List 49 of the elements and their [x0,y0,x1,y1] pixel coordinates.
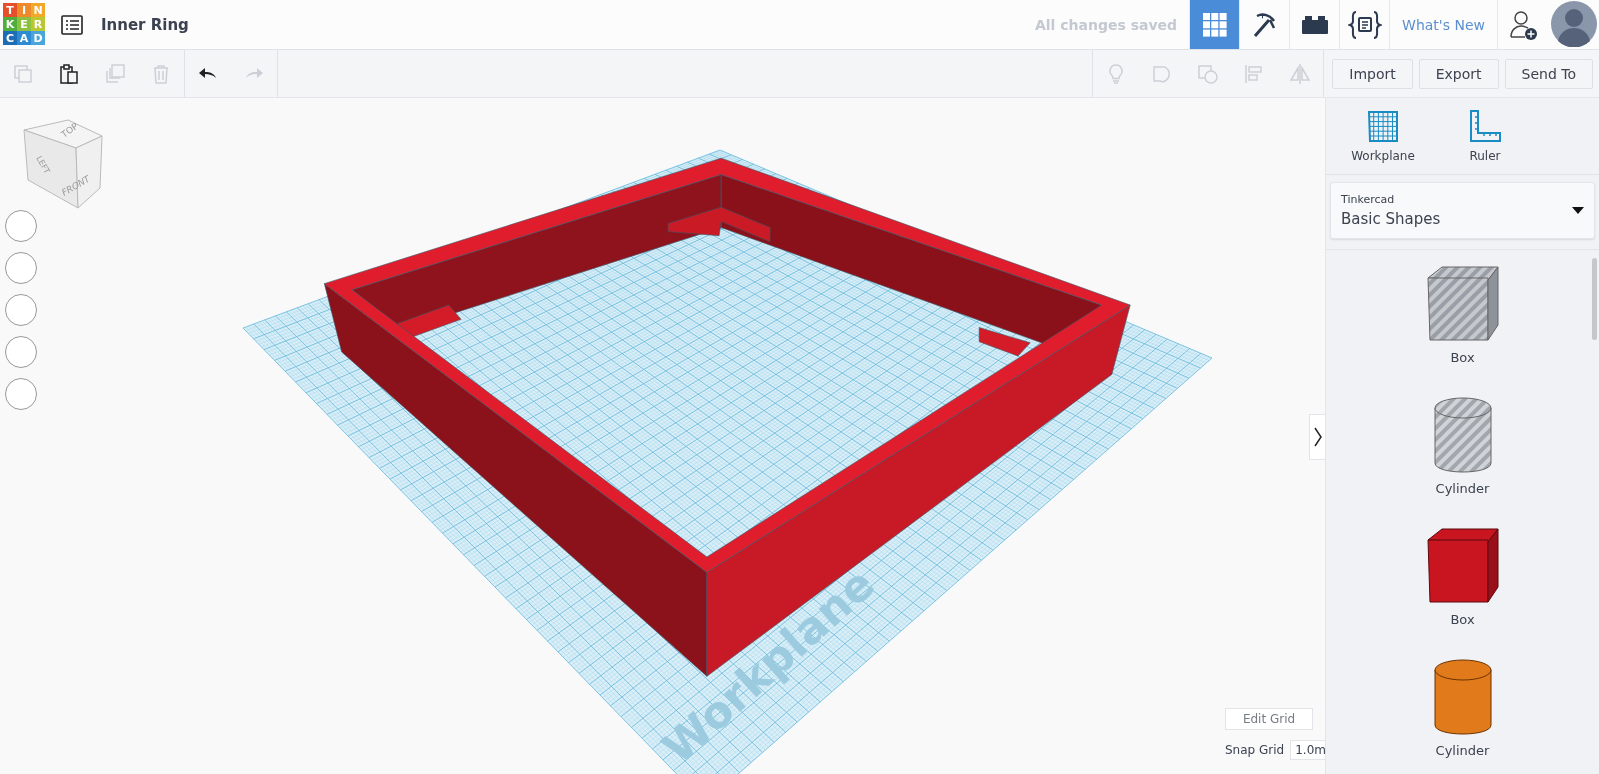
striped-cylinder-icon [1431,395,1494,475]
paste-icon [57,61,81,86]
cylinder-icon [1431,657,1494,737]
add-user-icon [1508,8,1539,41]
logo-letter: I [17,3,31,17]
code-blocks-icon [1347,9,1382,40]
logo-letter: K [3,17,17,31]
duplicate-icon [103,61,127,86]
view-control-button[interactable] [5,294,37,326]
cube-top-label: TOP [59,121,80,140]
ruler-tool-button[interactable]: Ruler [1434,98,1536,174]
logo-letter: E [17,17,31,31]
dropdown-caret-icon [1572,206,1584,214]
brick-icon [1300,13,1329,36]
collapse-panel-button[interactable] [1309,414,1325,460]
grid-icon [1201,11,1228,38]
logo-letter: D [31,31,45,45]
workplane-icon [1366,108,1400,143]
avatar-silhouette[interactable] [1551,1,1597,47]
action-button[interactable]: Send To [1504,58,1593,89]
view-control-button[interactable] [5,378,37,410]
mirror-icon [1288,61,1313,86]
save-status: All changes saved [1034,16,1178,33]
snap-grid-label: Snap Grid [1225,743,1285,757]
edit-grid-button[interactable]: Edit Grid [1225,708,1313,730]
action-button[interactable]: Import [1332,58,1413,89]
logo-letter: N [31,3,45,17]
shape-item[interactable]: Cylinder [1326,643,1599,774]
view-control-button[interactable] [5,336,37,368]
view-control-button[interactable] [5,252,37,284]
workplane-tool-button[interactable]: Workplane [1332,98,1434,174]
logo-letter: R [31,17,45,31]
logo-letter: A [17,31,31,45]
view-control-button[interactable] [5,210,37,242]
shape-item[interactable]: Cylinder [1326,381,1599,512]
shape-item[interactable]: Box [1326,512,1599,643]
design-title[interactable]: Inner Ring [101,15,189,34]
ruler-icon [1468,108,1502,143]
logo-letter: T [3,3,17,17]
scrollbar-thumb[interactable] [1592,258,1597,340]
logo-letter: C [3,31,17,45]
action-button[interactable]: Export [1418,58,1499,89]
chevron-right-icon [1313,427,1322,447]
library-source-label: Tinkercad [1341,192,1396,206]
shape-item[interactable]: Box [1326,250,1599,381]
snap-grid-field[interactable]: 1.0m [1290,740,1325,760]
list-icon [61,14,83,35]
library-selection: Basic Shapes [1341,209,1442,228]
shape-library-dropdown[interactable]: Tinkercad Basic Shapes [1330,181,1595,239]
